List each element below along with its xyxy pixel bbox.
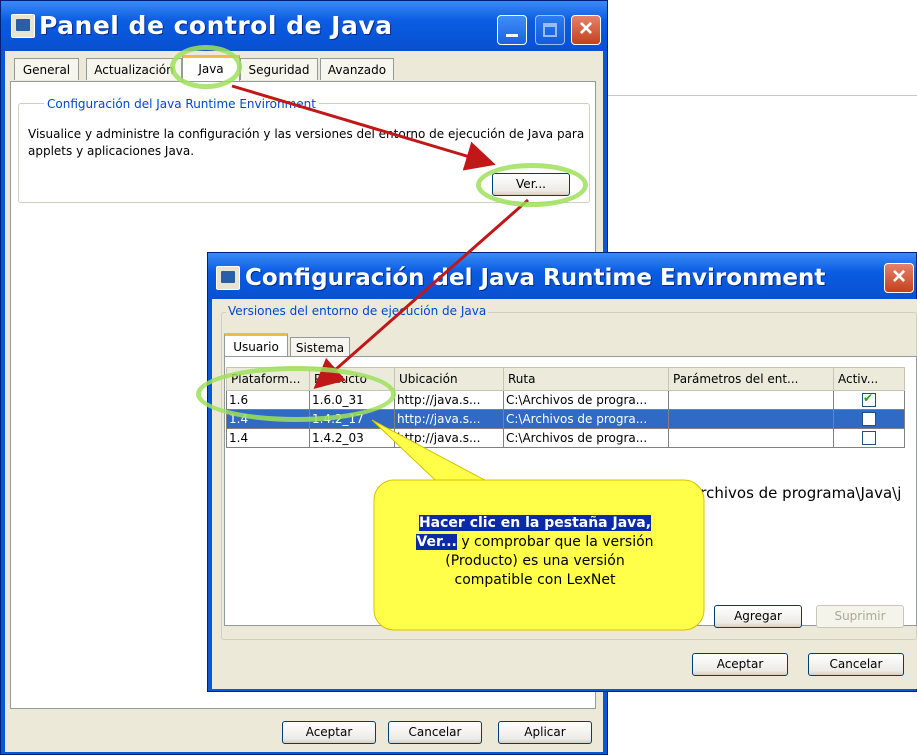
callout-line-2: (Producto) es una versión — [445, 553, 625, 569]
highlight-view-button — [476, 163, 588, 207]
callout-text: Hacer clic en la pestaña Java, Ver... y … — [400, 514, 670, 590]
arrow-view-to-product — [313, 198, 529, 389]
callout-line-3: compatible con LexNet — [454, 572, 616, 588]
callout-highlight-2: Ver... — [416, 534, 457, 550]
callout-highlight-1: Hacer clic en la pestaña Java, — [418, 515, 652, 531]
arrow-tab-to-view — [231, 84, 496, 171]
callout-line-1: y comprobar que la versión — [456, 534, 654, 550]
highlight-product-column — [196, 366, 396, 422]
highlight-java-tab — [170, 45, 242, 89]
annotation-arrows — [231, 84, 705, 631]
